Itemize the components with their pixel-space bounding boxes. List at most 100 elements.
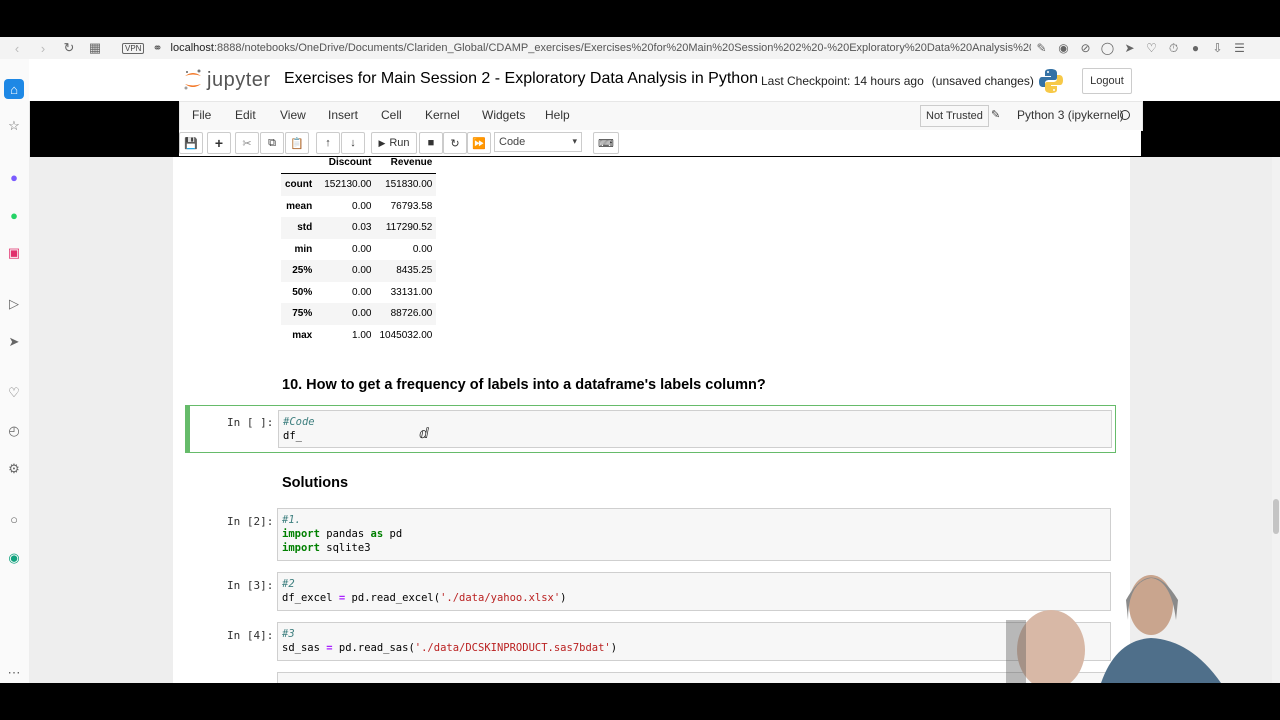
table-cell: 76793.58	[390, 200, 433, 212]
page-scrollbar[interactable]	[1272, 157, 1280, 683]
move-down-button[interactable]: ↓	[341, 132, 365, 154]
row-label: mean	[286, 200, 313, 212]
row-label: min	[294, 243, 313, 255]
menu-icon[interactable]: ☰	[1229, 41, 1251, 55]
checkpoint-status: Last Checkpoint: 14 hours ago (unsaved ch…	[761, 74, 1034, 88]
bulb-icon[interactable]: ○	[4, 509, 24, 529]
jupyter-header: jupyter Exercises for Main Session 2 - E…	[29, 59, 1280, 101]
kernel-indicator[interactable]: Python 3 (ipykernel)	[1017, 108, 1124, 122]
tabs-grid-icon[interactable]: ▦	[86, 40, 104, 56]
cut-button[interactable]: ✂	[235, 132, 259, 154]
code-string: './data/DCSKINPRODUCT.sas7bdat'	[414, 642, 611, 654]
code-text: sd_sas	[282, 642, 327, 654]
row-label: 50%	[292, 286, 313, 298]
forward-icon[interactable]: ›	[34, 41, 52, 56]
table-row: count 152130.00 151830.00	[281, 173, 437, 196]
heart-icon[interactable]: ♡	[1141, 41, 1163, 55]
instagram-icon[interactable]: ▣	[4, 243, 24, 263]
menu-widgets[interactable]: Widgets	[482, 108, 525, 122]
command-palette-button[interactable]: ⌨	[593, 132, 619, 154]
paste-button[interactable]: 📋	[285, 132, 309, 154]
table-row: std 0.03 117290.52	[281, 217, 437, 239]
code-editor[interactable]: #Code df_	[278, 410, 1112, 448]
cell-type-select[interactable]: Code ▾	[494, 132, 582, 152]
code-string: './data/yahoo.xlsx'	[440, 592, 561, 604]
table-cell: 0.00	[352, 243, 372, 255]
code-keyword: import	[282, 528, 320, 540]
insert-cell-button[interactable]: +	[207, 132, 231, 154]
screen-bottom-border	[0, 683, 1280, 720]
active-code-cell[interactable]: In [ ]: #Code df_	[185, 405, 1116, 453]
menu-file[interactable]: File	[192, 108, 211, 122]
row-label: std	[297, 222, 313, 234]
history-icon[interactable]: ◴	[4, 421, 24, 441]
interrupt-button[interactable]: ■	[419, 132, 443, 154]
profile-icon[interactable]: ●	[1185, 41, 1207, 55]
aria-icon[interactable]: ◉	[4, 548, 24, 568]
table-cell: 33131.00	[390, 286, 433, 298]
block-icon[interactable]: ⊘	[1075, 41, 1097, 55]
scrollbar-thumb[interactable]	[1273, 499, 1279, 534]
menu-kernel[interactable]: Kernel	[425, 108, 460, 122]
restart-run-all-button[interactable]: ⏩	[467, 132, 491, 154]
table-cell: 1.00	[352, 329, 372, 341]
copy-button[interactable]: ⧉	[260, 132, 284, 154]
menu-cell[interactable]: Cell	[381, 108, 402, 122]
sync-icon[interactable]: ⏱	[1163, 41, 1185, 56]
home-icon[interactable]: ⌂	[4, 79, 24, 99]
code-text: sqlite3	[319, 542, 371, 554]
code-comment: #3	[282, 628, 295, 640]
code-text: )	[560, 592, 567, 604]
code-text: pd	[383, 528, 403, 540]
table-row: 75% 0.00 88726.00	[281, 303, 437, 325]
shield-icon[interactable]: ◯	[1097, 41, 1119, 55]
back-icon[interactable]: ‹	[8, 41, 26, 56]
notebook-title[interactable]: Exercises for Main Session 2 - Explorato…	[284, 70, 758, 88]
code-cell-editor[interactable]	[277, 672, 1111, 683]
code-cell-editor[interactable]: #3 sd_sas = pd.read_sas('./data/DCSKINPR…	[277, 622, 1111, 661]
code-line: df_excel = pd.read_excel('./data/yahoo.x…	[282, 591, 1106, 605]
more-icon[interactable]: ⋯	[4, 663, 24, 683]
cell-prompt: In [ ]:	[227, 416, 274, 429]
menu-insert[interactable]: Insert	[328, 108, 358, 122]
vpn-badge[interactable]: VPN	[122, 42, 145, 54]
save-button[interactable]: 💾	[179, 132, 203, 154]
site-info-icon[interactable]: ⚭	[152, 41, 162, 55]
logout-button[interactable]: Logout	[1082, 68, 1132, 94]
restart-button[interactable]: ↻	[443, 132, 467, 154]
code-cell-editor[interactable]: #2 df_excel = pd.read_excel('./data/yaho…	[277, 572, 1111, 611]
menu-edit[interactable]: Edit	[235, 108, 256, 122]
whatsapp-icon[interactable]: ●	[4, 205, 24, 225]
table-row: min 0.00 0.00	[281, 239, 436, 261]
table-cell: 117290.52	[385, 222, 433, 234]
favorites-icon[interactable]: ♡	[4, 383, 24, 403]
url-field[interactable]: localhost:8888/notebooks/OneDrive/Docume…	[171, 42, 1031, 54]
jupyter-logo[interactable]: jupyter	[182, 68, 271, 92]
settings-icon[interactable]: ⚙	[4, 459, 24, 479]
trust-button[interactable]: Not Trusted	[920, 105, 989, 127]
table-cell: 0.00	[412, 243, 433, 255]
camera-icon[interactable]: ◉	[1053, 41, 1075, 55]
menu-view[interactable]: View	[280, 108, 306, 122]
table-cell: 88726.00	[390, 308, 433, 320]
menu-help[interactable]: Help	[545, 108, 570, 122]
player-icon[interactable]: ▷	[4, 294, 24, 314]
messenger-icon[interactable]: ●	[4, 167, 24, 187]
code-text: pandas	[319, 528, 371, 540]
code-cell-editor[interactable]: #1. import pandas as pd import sqlite3	[277, 508, 1111, 561]
table-cell: 152130.00	[324, 179, 372, 191]
move-up-button[interactable]: ↑	[316, 132, 340, 154]
menu-bar: File Edit View Insert Cell Kernel Widget…	[179, 101, 1143, 131]
send-icon[interactable]: ➤	[1119, 41, 1141, 55]
download-icon[interactable]: ⇩	[1207, 41, 1229, 55]
edit-icon[interactable]: ✎	[1031, 41, 1053, 55]
edit-pencil-icon[interactable]: ✎	[991, 108, 1000, 121]
run-button[interactable]: ▶ Run	[371, 132, 417, 154]
column-header-revenue: Revenue	[375, 157, 437, 174]
send-flow-icon[interactable]: ➤	[4, 332, 24, 352]
reload-icon[interactable]: ↻	[60, 40, 78, 56]
checkpoint-text: Last Checkpoint: 14 hours ago	[761, 74, 924, 88]
star-icon[interactable]: ☆	[4, 116, 24, 136]
table-index-header	[281, 157, 321, 174]
table-cell: 0.00	[352, 265, 372, 277]
